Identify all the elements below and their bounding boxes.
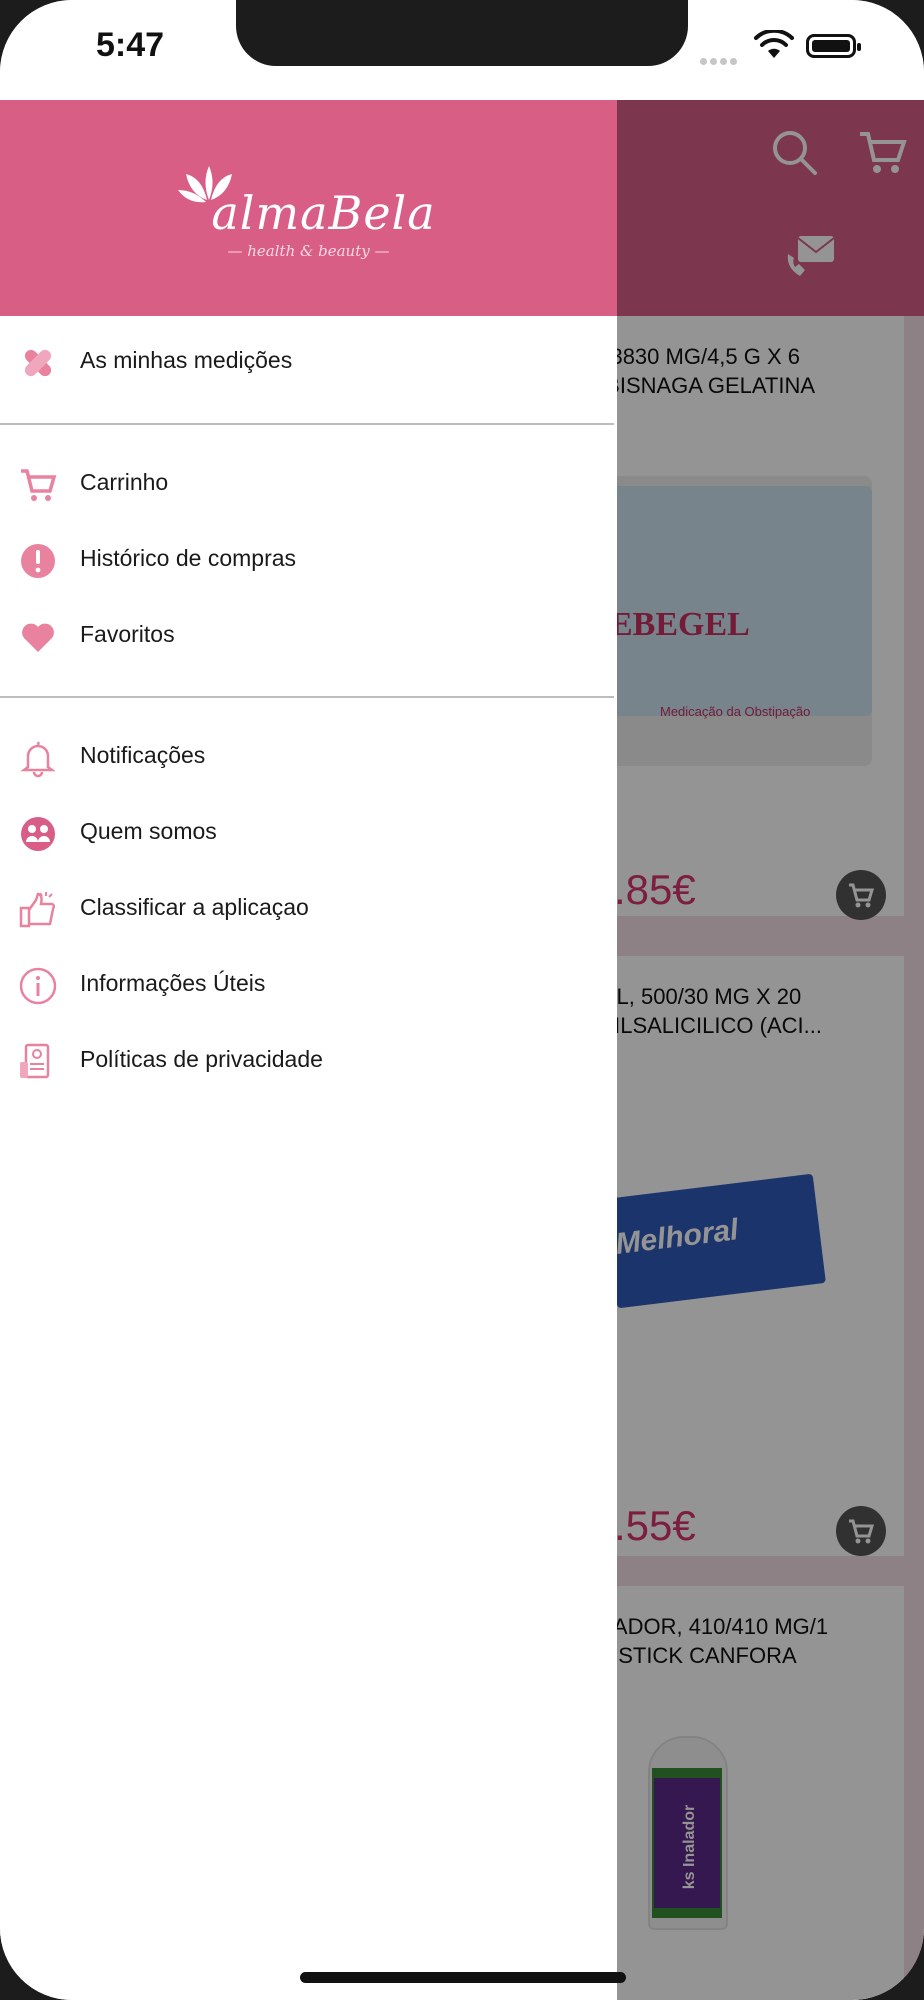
wifi-icon (754, 30, 794, 58)
menu-item-classificar[interactable]: Classificar a aplicaçao (0, 874, 617, 944)
menu-item-label: Políticas de privacidade (80, 1046, 323, 1072)
menu-item-notificacoes[interactable]: Notificações (0, 722, 617, 792)
status-time: 5:47 (96, 26, 165, 64)
drawer-header: almaBela — health & beauty — (0, 100, 617, 316)
info-icon (19, 967, 57, 1005)
bandage-icon (24, 349, 52, 377)
menu-item-label: Histórico de compras (80, 545, 297, 571)
status-bar: 5:47 (0, 0, 924, 100)
menu-item-favoritos[interactable]: Favoritos (0, 601, 617, 671)
menu-item-label: Carrinho (80, 469, 169, 495)
menu-item-label: Informações Úteis (80, 970, 266, 996)
people-icon (21, 817, 55, 851)
cart-icon (21, 469, 57, 501)
signal-icon (700, 52, 740, 70)
menu-item-label: Classificar a aplicaçao (80, 894, 309, 920)
phone-screen: 5:47 L, 3830 MG/4,5 G X 6 T BISNAGA GELA… (0, 0, 924, 2000)
bell-icon (20, 741, 56, 778)
menu-item-label: Notificações (80, 742, 206, 768)
divider (0, 423, 614, 425)
menu-item-politicas[interactable]: Políticas de privacidade (0, 1026, 617, 1096)
thumbs-up-icon (19, 892, 56, 928)
home-indicator[interactable] (300, 1972, 626, 1983)
battery-icon (806, 34, 861, 58)
heart-icon (22, 623, 54, 652)
notch (236, 0, 688, 66)
brand-logo: almaBela — health & beauty — (0, 156, 617, 260)
navigation-drawer: almaBela — health & beauty — As minhas m… (0, 100, 617, 2000)
menu-item-carrinho[interactable]: Carrinho (0, 449, 617, 519)
menu-item-label: As minhas medições (80, 347, 293, 373)
divider (0, 696, 614, 698)
brand-name: almaBela (211, 186, 436, 240)
menu-item-historico[interactable]: Histórico de compras (0, 525, 617, 595)
alert-circle-icon (21, 544, 55, 578)
menu-item-quem-somos[interactable]: Quem somos (0, 798, 617, 868)
menu-item-medicoes[interactable]: As minhas medições (0, 327, 617, 397)
menu-item-label: Favoritos (80, 621, 175, 647)
menu-item-label: Quem somos (80, 818, 217, 844)
brand-tagline: — health & beauty — (227, 242, 390, 260)
menu-item-informacoes[interactable]: Informações Úteis (0, 950, 617, 1020)
privacy-doc-icon (20, 1043, 50, 1079)
